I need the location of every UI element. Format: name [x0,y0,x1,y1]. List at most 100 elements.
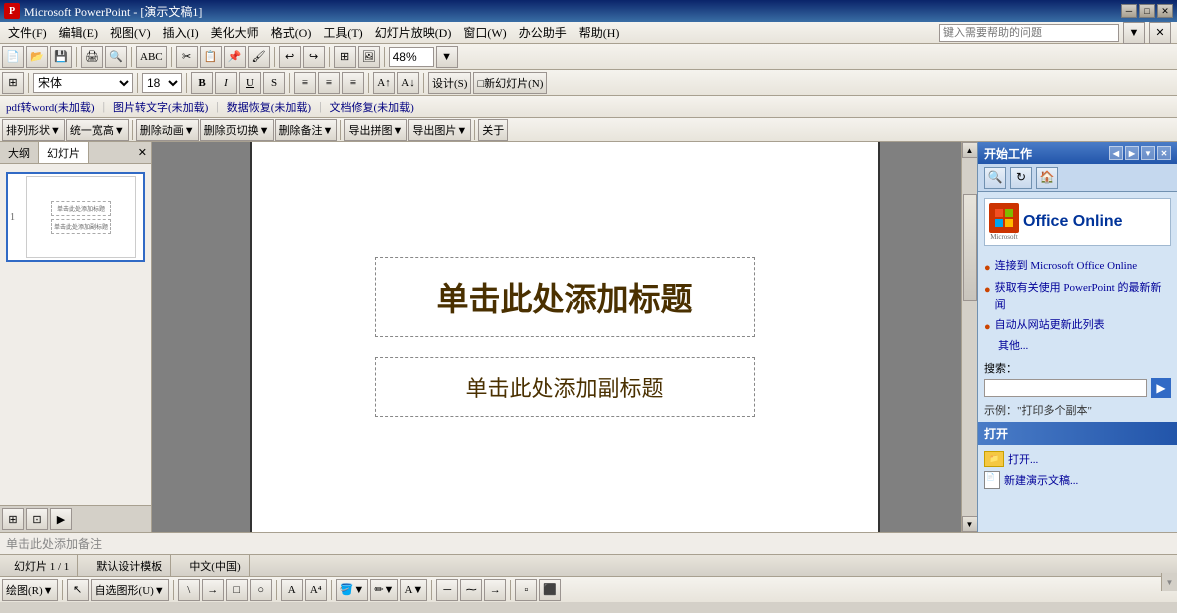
redo-button[interactable]: ↪ [303,46,325,68]
new-file-item[interactable]: 📄 新建演示文稿... [984,471,1171,489]
maximize-button[interactable]: □ [1139,4,1155,18]
notes-placeholder[interactable]: 单击此处添加备注 [6,535,102,552]
close-searchbar-button[interactable]: ✕ [1149,22,1171,44]
line-btn[interactable]: \ [178,579,200,601]
open-link-text[interactable]: 打开... [1008,451,1038,467]
insert-image[interactable]: 🖼 [358,46,380,68]
nav-icon-refresh[interactable]: ↻ [1010,167,1032,189]
italic-button[interactable]: I [215,72,237,94]
draw-btn[interactable]: 绘图(R)▼ [2,579,58,601]
underline-button[interactable]: U [239,72,261,94]
cut-button[interactable]: ✂ [176,46,198,68]
new-button[interactable]: 📄 [2,46,24,68]
minimize-button[interactable]: ─ [1121,4,1137,18]
open-file-item[interactable]: 📁 打开... [984,451,1171,467]
copy-button[interactable]: 📋 [200,46,222,68]
new-link-text[interactable]: 新建演示文稿... [1004,472,1078,488]
fill-color-btn[interactable]: 🪣▼ [336,579,369,601]
font-color-btn[interactable]: A▼ [400,579,427,601]
bold-button[interactable]: B [191,72,213,94]
link-auto-update[interactable]: ● 自动从网站更新此列表 [984,317,1171,337]
undo-button[interactable]: ↩ [279,46,301,68]
menu-slideshow[interactable]: 幻灯片放映(D) [369,22,458,43]
spellcheck-button[interactable]: ABC [136,46,167,68]
uniform-width[interactable]: 统一宽高▼ [66,119,129,141]
search-go-button[interactable]: ▶ [1151,378,1171,398]
increase-font[interactable]: A↑ [373,72,395,94]
export-image[interactable]: 导出图片▼ [408,119,471,141]
nav-icon-search[interactable]: 🔍 [984,167,1006,189]
link-connect-office[interactable]: ● 连接到 Microsoft Office Online [984,258,1171,278]
shadow-btn[interactable]: ▫ [515,579,537,601]
notes-bar[interactable]: 单击此处添加备注 ▼ [0,532,1177,554]
close-button[interactable]: ✕ [1157,4,1173,18]
scroll-track[interactable] [962,158,978,516]
scroll-thumb[interactable] [963,194,977,301]
menu-help[interactable]: 帮助(H) [573,22,626,43]
design-button[interactable]: 设计(S) [428,72,471,94]
help-search-input[interactable] [939,24,1119,42]
new-slide-btn2[interactable]: □新幻灯片(N) [473,72,547,94]
ellipse-btn[interactable]: ○ [250,579,272,601]
align-right[interactable]: ≡ [342,72,364,94]
autoshape-btn[interactable]: 自选图形(U)▼ [91,579,169,601]
insert-table[interactable]: ⊞ [334,46,356,68]
plugin-repair[interactable]: 文档修复(未加载) [325,98,417,116]
slide-thumbnail-1[interactable]: 1 单击此处添加标题 单击此处添加副标题 [6,172,145,262]
zoom-input[interactable] [389,47,434,67]
menu-format[interactable]: 格式(O) [265,22,318,43]
notes-scroll[interactable]: ▼ [1161,573,1177,591]
rect-btn[interactable]: □ [226,579,248,601]
export-collage[interactable]: 导出拼图▼ [344,119,407,141]
menu-beautify[interactable]: 美化大师 [205,22,265,43]
menu-assistant[interactable]: 办公助手 [513,22,573,43]
slideshow-view[interactable]: ▶ [50,508,72,530]
menu-insert[interactable]: 插入(I) [157,22,205,43]
font-select[interactable]: 宋体 [33,73,133,93]
tab-slides[interactable]: 幻灯片 [39,142,89,163]
about-button[interactable]: 关于 [478,119,508,141]
slide-sorter[interactable]: ⊡ [26,508,48,530]
decrease-font[interactable]: A↓ [397,72,419,94]
format-painter[interactable]: 🖌 [248,46,270,68]
delete-notes[interactable]: 删除备注▼ [275,119,338,141]
line-color-btn[interactable]: ✏▼ [370,579,398,601]
arrow-style-btn[interactable]: → [484,579,506,601]
link-powerpoint-news[interactable]: ● 获取有关使用 PowerPoint 的最新新闻 [984,280,1171,315]
menu-file[interactable]: 文件(F) [2,22,53,43]
panel-close-button[interactable]: ✕ [134,146,151,159]
plugin-recovery[interactable]: 数据恢复(未加载) [223,98,315,116]
zoom-dropdown[interactable]: ▼ [436,46,458,68]
paste-button[interactable]: 📌 [224,46,246,68]
shadow-button[interactable]: S [263,72,285,94]
font-size-select[interactable]: 18 [142,73,182,93]
wordart-btn[interactable]: A⁴ [305,579,327,601]
rp-back-btn[interactable]: ◀ [1109,146,1123,160]
link-other[interactable]: 其他... [984,338,1171,356]
plugin-pdf[interactable]: pdf转word(未加载) [2,98,99,116]
menu-window[interactable]: 窗口(W) [457,22,512,43]
select-btn[interactable]: ↖ [67,579,89,601]
help-search-button[interactable]: ▼ [1123,22,1145,44]
align-center[interactable]: ≡ [318,72,340,94]
rp-close-btn[interactable]: ✕ [1157,146,1171,160]
normal-view[interactable]: ⊞ [2,508,24,530]
save-button[interactable]: 💾 [50,46,72,68]
textbox-btn[interactable]: A [281,579,303,601]
menu-edit[interactable]: 编辑(E) [53,22,104,43]
rp-forward-btn[interactable]: ▶ [1125,146,1139,160]
arrange-shapes[interactable]: 排列形状▼ [2,119,65,141]
vertical-scrollbar[interactable]: ▲ ▼ [961,142,977,532]
scroll-up[interactable]: ▲ [962,142,978,158]
preview-button[interactable]: 🔍 [105,46,127,68]
line-style-btn[interactable]: ─ [436,579,458,601]
new-slide-button[interactable]: ⊞ [2,72,24,94]
menu-tools[interactable]: 工具(T) [317,22,368,43]
align-left[interactable]: ≡ [294,72,316,94]
slide-title-placeholder[interactable]: 单击此处添加标题 [375,257,755,337]
window-controls[interactable]: ─ □ ✕ [1121,4,1173,18]
delete-animation[interactable]: 删除动画▼ [136,119,199,141]
search-input-right[interactable] [984,379,1147,397]
rp-home-btn[interactable]: ▼ [1141,146,1155,160]
delete-transition[interactable]: 删除页切换▼ [200,119,274,141]
